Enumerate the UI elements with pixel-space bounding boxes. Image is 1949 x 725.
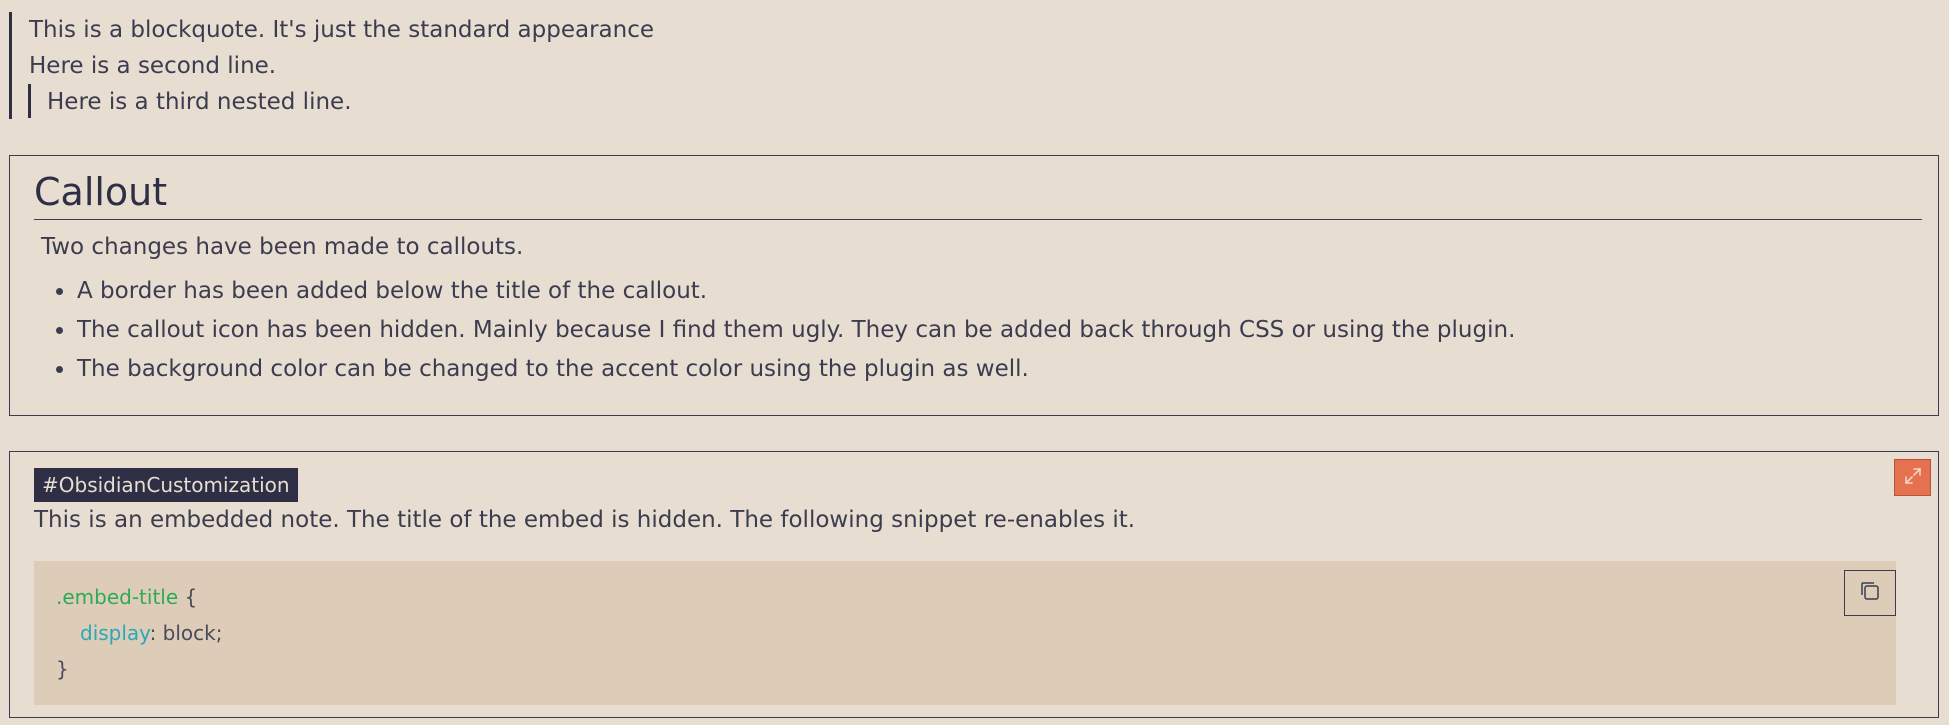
list-item-text: The callout icon has been hidden. Mainly… [77,317,1516,343]
list-item-text: A border has been added below the title … [77,278,708,304]
copy-code-button[interactable] [1844,570,1896,616]
code-block: .embed-title { display: block; } [34,561,1896,705]
list-item-text: The background color can be changed to t… [77,356,1029,382]
callout-list: A border has been added below the title … [10,272,1515,389]
code-line-3: } [56,657,69,681]
code-property: display [80,621,150,645]
list-item: The callout icon has been hidden. Mainly… [10,311,1515,350]
callout-title: Callout [34,168,1922,220]
blockquote-line-2: Here is a second line. [29,53,277,79]
code-selector: .embed-title [56,585,179,609]
nested-blockquote: Here is a third nested line. [28,84,352,118]
callout-intro: Two changes have been made to callouts. [41,234,524,260]
embed-text: This is an embedded note. The title of t… [34,507,1136,533]
bullet-icon [56,327,63,334]
code-line-2: display: block; [80,615,222,651]
embedded-note: #ObsidianCustomization This is an embedd… [9,451,1939,718]
code-open-brace: { [178,585,198,609]
list-item: The background color can be changed to t… [10,350,1515,389]
bullet-icon [56,288,63,295]
note-page: This is a blockquote. It's just the stan… [0,0,1949,725]
copy-icon [1857,578,1883,608]
open-embed-button[interactable] [1894,459,1931,496]
code-line-1: .embed-title { [56,579,197,615]
nested-blockquote-line: Here is a third nested line. [47,89,352,115]
list-item: A border has been added below the title … [10,272,1515,311]
tag-obsidian-customization[interactable]: #ObsidianCustomization [34,468,298,502]
expand-icon [1902,465,1924,491]
blockquote-line-1: This is a blockquote. It's just the stan… [29,17,655,43]
code-value: : block; [149,621,223,645]
callout: Callout Two changes have been made to ca… [9,155,1939,416]
blockquote: This is a blockquote. It's just the stan… [9,12,909,119]
bullet-icon [56,366,63,373]
